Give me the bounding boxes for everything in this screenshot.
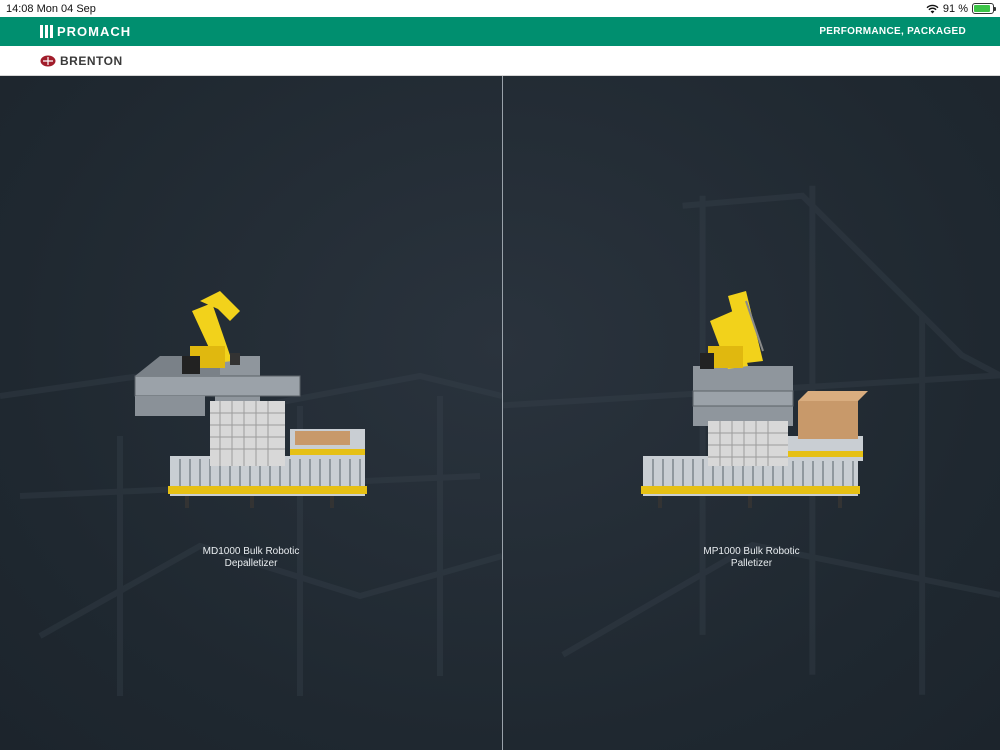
product-title-palletizer: MP1000 Bulk Robotic Palletizer	[503, 546, 1000, 570]
product-card-palletizer[interactable]: MP1000 Bulk Robotic Palletizer	[502, 76, 1000, 750]
promach-wordmark: PROMACH	[57, 24, 132, 39]
battery-level	[974, 5, 991, 12]
brenton-mark-icon	[40, 55, 56, 66]
product-name-line2: Palletizer	[730, 558, 773, 569]
product-card-depalletizer[interactable]: MD1000 Bulk Robotic Depalletizer	[0, 76, 502, 750]
brenton-logo[interactable]: BRENTON	[40, 54, 123, 68]
sub-bar: BRENTON	[0, 46, 1000, 76]
palletizer-machine-image	[641, 291, 868, 508]
battery-percent: 91 %	[942, 2, 968, 15]
product-title-depalletizer: MD1000 Bulk Robotic Depalletizer	[0, 546, 502, 570]
status-indicators: 91 %	[926, 2, 996, 15]
wifi-icon	[926, 4, 939, 13]
status-time-date: 14:08 Mon 04 Sep	[6, 3, 96, 15]
depalletizer-machine-image	[134, 291, 367, 508]
promach-mark-icon	[40, 25, 53, 38]
brenton-wordmark: BRENTON	[60, 53, 123, 68]
product-name-line1: MD1000 Bulk Robotic	[202, 546, 300, 557]
header-tagline: PERFORMANCE, PACKAGED	[819, 26, 966, 37]
battery-icon	[972, 3, 996, 14]
top-bar: PROMACH PERFORMANCE, PACKAGED	[0, 17, 1000, 46]
status-bar: 14:08 Mon 04 Sep 91 %	[0, 0, 1000, 17]
status-date: Mon 04 Sep	[36, 2, 96, 15]
status-time: 14:08	[6, 2, 34, 15]
product-selection: MD1000 Bulk Robotic Depalletizer MP1000 …	[0, 76, 1000, 750]
promach-logo[interactable]: PROMACH	[40, 24, 131, 39]
product-name-line1: MP1000 Bulk Robotic	[703, 546, 800, 557]
product-name-line2: Depalletizer	[224, 558, 278, 569]
